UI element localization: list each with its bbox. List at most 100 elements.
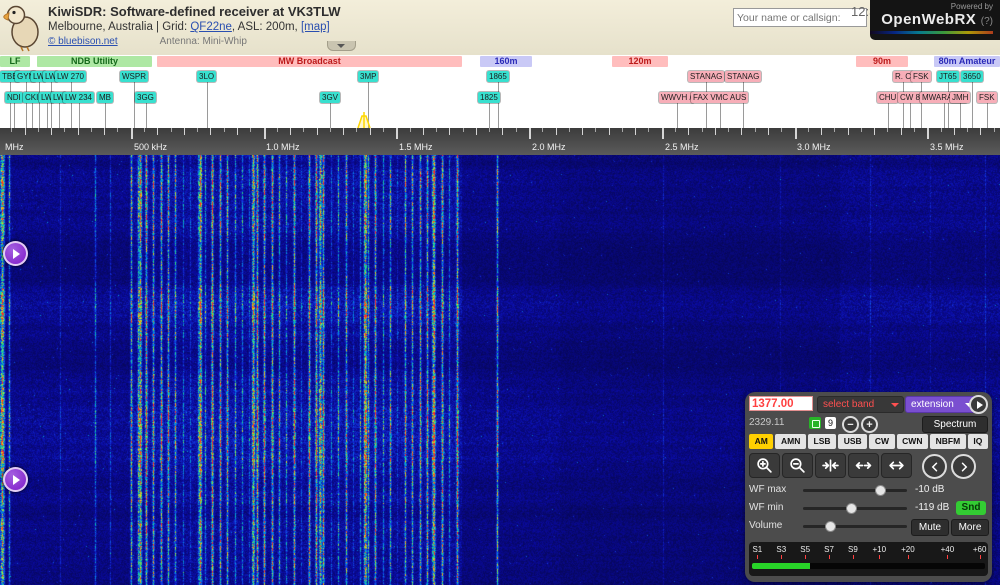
scale-tick (184, 128, 185, 135)
scale-tick (343, 128, 344, 135)
wf-max-slider[interactable] (803, 489, 907, 492)
mode-button-cwn[interactable]: CWN (897, 434, 928, 449)
wf-min-knob[interactable] (846, 503, 857, 514)
bluebison-link[interactable]: © bluebison.net (48, 36, 118, 47)
mode-button-nbfm[interactable]: NBFM (930, 434, 966, 449)
zoom-in-button[interactable] (749, 453, 780, 478)
band-select-dropdown[interactable]: select band (817, 396, 904, 413)
scale-tick (489, 128, 490, 132)
station-label-line (71, 82, 72, 128)
volume-slider[interactable] (803, 525, 907, 528)
scale-tick (675, 128, 676, 132)
zoom-minus-button[interactable]: − (842, 416, 859, 433)
station-label[interactable]: 3GV (320, 92, 340, 103)
magnifier-minus-icon (789, 457, 806, 474)
panel-row-zoom: 2329.11 9 − + Spectrum (749, 416, 988, 431)
station-label[interactable]: STANAG (688, 71, 724, 82)
scale-tick (78, 128, 79, 135)
s-meter-tick (829, 555, 830, 559)
band-segment[interactable]: MW Broadcast (157, 56, 462, 67)
scale-tick (795, 128, 797, 139)
pan-button[interactable] (881, 453, 912, 478)
zoom-max-out-button[interactable] (848, 453, 879, 478)
scale-tick (463, 128, 464, 132)
more-button[interactable]: More (951, 519, 989, 536)
map-link[interactable]: [map] (301, 21, 330, 33)
play-button[interactable] (969, 395, 988, 414)
scale-tick (662, 128, 664, 139)
station-label[interactable]: FSK (911, 71, 931, 82)
mode-button-iq[interactable]: IQ (968, 434, 988, 449)
snd-button[interactable]: Snd (956, 501, 986, 515)
zoom-plus-button[interactable]: + (861, 416, 878, 433)
s-meter: S1S3S5S7S9+10+20+40+60 (749, 542, 988, 576)
station-label[interactable]: WWVH / (659, 92, 694, 103)
station-label[interactable]: CW 8 (898, 92, 922, 103)
station-label[interactable]: 3LO (197, 71, 216, 82)
band-bar: LF NDB Utility MW Broadcast 160m 120m 90m 80m … (0, 55, 1000, 68)
station-label[interactable]: 3650 (961, 71, 983, 82)
zoom-out-button[interactable] (782, 453, 813, 478)
scale-tick (994, 128, 995, 132)
volume-knob[interactable] (825, 521, 836, 532)
scale-label: 1.5 MHz (399, 142, 433, 152)
wf-min-slider[interactable] (803, 507, 907, 510)
mode-button-lsb[interactable]: LSB (808, 434, 836, 449)
left-panel-toggle-bottom[interactable] (3, 467, 28, 492)
extension-select-dropdown[interactable]: extension (905, 396, 978, 413)
page-left-button[interactable] (922, 454, 947, 479)
station-label[interactable]: MB (97, 92, 113, 103)
station-label[interactable]: CHU (877, 92, 898, 103)
station-label[interactable]: 1865 (487, 71, 509, 82)
frequency-input[interactable] (749, 396, 813, 411)
station-label[interactable]: CKI (23, 92, 40, 103)
station-label-line (903, 82, 904, 128)
station-label-line (910, 103, 911, 128)
band-segment[interactable]: 80m Amateur (934, 56, 1000, 67)
station-label[interactable]: FAX VMC AUS (691, 92, 748, 103)
scale-tick (648, 128, 649, 132)
mute-button[interactable]: Mute (911, 519, 949, 536)
band-segment[interactable]: 120m (612, 56, 668, 67)
mode-button-usb[interactable]: USB (838, 434, 867, 449)
zoom-to-band-button[interactable] (815, 453, 846, 478)
grid-link[interactable]: QF22ne (190, 21, 232, 33)
station-label[interactable]: R. C (893, 71, 913, 82)
spectrum-button[interactable]: Spectrum (922, 416, 988, 433)
plus-icon: + (866, 419, 872, 431)
band-segment[interactable]: 160m (480, 56, 532, 67)
band-segment[interactable]: NDB Utility (37, 56, 152, 67)
kiwisdr-logo[interactable] (2, 2, 42, 52)
band-segment[interactable]: 90m (856, 56, 908, 67)
frequency-scale[interactable]: MHz500 kHz1.0 MHz1.5 MHz2.0 MHz2.5 MHz3.… (0, 128, 1000, 155)
station-label[interactable]: 1825 (478, 92, 500, 103)
station-label[interactable]: JT65 (937, 71, 959, 82)
page-right-button[interactable] (951, 454, 976, 479)
credit-line: © bluebison.netAntenna: Mini-Whip (48, 36, 341, 49)
mode-button-cw[interactable]: CW (869, 434, 894, 449)
station-label[interactable]: NDI (5, 92, 23, 103)
station-label[interactable]: LW 234 (63, 92, 94, 103)
openwebrx-brand-box[interactable]: Powered by OpenWebRX (?) (870, 0, 1000, 40)
tuning-passband-marker[interactable] (354, 112, 374, 129)
station-label[interactable]: FSK (977, 92, 997, 103)
station-label[interactable]: 3MP (358, 71, 378, 82)
station-label[interactable]: STANAG (725, 71, 761, 82)
band-segment[interactable]: LF (0, 56, 30, 67)
scale-tick (741, 128, 742, 135)
station-label[interactable]: JMH (950, 92, 970, 103)
header-collapse-tab[interactable] (327, 41, 356, 51)
scale-tick (914, 128, 915, 132)
station-label[interactable]: 3GG (135, 92, 156, 103)
callsign-input[interactable] (733, 8, 867, 27)
scale-tick (834, 128, 835, 132)
scale-tick (277, 128, 278, 132)
scale-tick (117, 128, 118, 132)
wf-max-knob[interactable] (875, 485, 886, 496)
station-label[interactable]: WSPR (120, 71, 148, 82)
station-label[interactable]: LW 270 (55, 71, 86, 82)
mode-button-am[interactable]: AM (749, 434, 773, 449)
left-panel-toggle-top[interactable] (3, 241, 28, 266)
mode-button-amn[interactable]: AMN (775, 434, 806, 449)
status-indicator-icon[interactable] (809, 417, 821, 429)
